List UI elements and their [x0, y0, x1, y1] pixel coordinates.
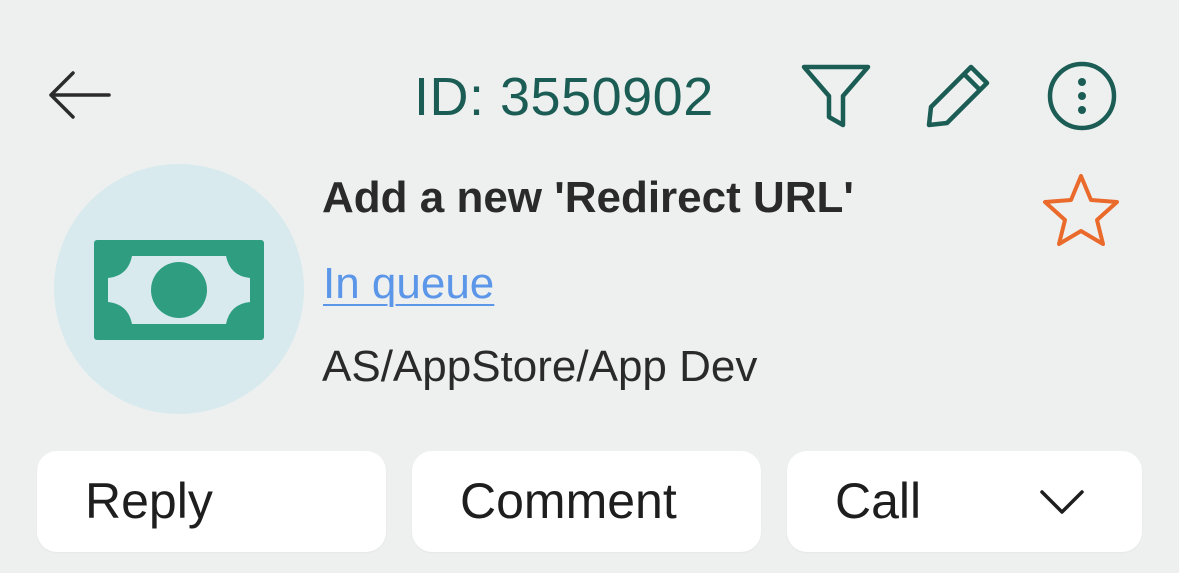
favorite-button[interactable]	[1036, 168, 1126, 252]
more-options-button[interactable]	[1042, 56, 1122, 136]
chevron-down-icon	[1040, 490, 1084, 514]
money-bill-icon	[94, 240, 264, 340]
back-button[interactable]	[38, 60, 118, 130]
edit-button[interactable]	[918, 56, 998, 136]
reply-button[interactable]: Reply	[37, 451, 386, 552]
filter-button[interactable]	[796, 58, 876, 134]
star-outline-icon	[1043, 174, 1119, 246]
arrow-left-icon	[49, 71, 111, 119]
call-button[interactable]: Call	[787, 451, 1142, 552]
call-dropdown-toggle[interactable]	[1037, 481, 1087, 521]
call-button-label: Call	[835, 473, 922, 529]
ticket-status-link[interactable]: In queue	[323, 254, 494, 314]
comment-button-label: Comment	[460, 473, 677, 529]
filter-icon	[801, 64, 871, 128]
ticket-queue-path: AS/AppStore/App Dev	[322, 342, 758, 391]
comment-button[interactable]: Comment	[412, 451, 761, 552]
ticket-avatar	[54, 164, 304, 414]
ticket-title: Add a new 'Redirect URL'	[322, 173, 854, 222]
more-vertical-icon	[1047, 61, 1117, 131]
ticket-id: ID: 3550902	[414, 67, 714, 127]
pencil-icon	[926, 64, 990, 128]
reply-button-label: Reply	[85, 473, 213, 529]
